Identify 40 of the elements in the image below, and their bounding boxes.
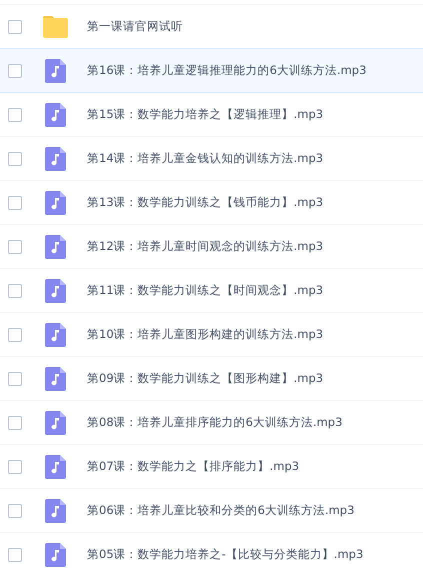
- checkbox[interactable]: [8, 240, 22, 254]
- checkbox[interactable]: [8, 328, 22, 342]
- checkbox[interactable]: [8, 108, 22, 122]
- music-file-icon: [45, 146, 66, 170]
- music-file-icon: [45, 190, 66, 214]
- file-name[interactable]: 第05课：数学能力培养之-【比较与分类能力】.mp3: [87, 547, 364, 562]
- music-file-icon: [45, 366, 66, 390]
- checkbox[interactable]: [8, 284, 22, 298]
- checkbox[interactable]: [8, 372, 22, 386]
- file-name[interactable]: 第14课：培养儿童金钱认知的训练方法.mp3: [87, 151, 324, 166]
- file-name[interactable]: 第15课：数学能力培养之【逻辑推理】.mp3: [87, 107, 324, 122]
- music-file-icon: [45, 542, 66, 566]
- file-name[interactable]: 第06课：培养儿童比较和分类的6大训练方法.mp3: [87, 503, 354, 518]
- music-file-icon: [45, 454, 66, 478]
- file-name[interactable]: 第10课：培养儿童图形构建的训练方法.mp3: [87, 327, 324, 342]
- music-file-icon: [45, 278, 66, 302]
- music-file-icon: [45, 102, 66, 126]
- checkbox[interactable]: [8, 64, 22, 78]
- checkbox[interactable]: [8, 504, 22, 518]
- music-file-icon: [45, 498, 66, 522]
- checkbox[interactable]: [8, 548, 22, 562]
- checkbox[interactable]: [8, 152, 22, 166]
- music-file-icon: [45, 322, 66, 346]
- folder-icon: [42, 14, 69, 38]
- checkbox[interactable]: [8, 20, 22, 34]
- file-name[interactable]: 第08课：培养儿童排序能力的6大训练方法.mp3: [87, 415, 342, 430]
- file-name[interactable]: 第12课：培养儿童时间观念的训练方法.mp3: [87, 239, 324, 254]
- music-file-icon: [45, 410, 66, 434]
- file-name[interactable]: 第07课：数学能力之【排序能力】.mp3: [87, 459, 300, 474]
- file-name[interactable]: 第11课：数学能力训练之【时间观念】.mp3: [87, 283, 324, 298]
- music-file-icon: [45, 234, 66, 258]
- checkbox[interactable]: [8, 460, 22, 474]
- file-name[interactable]: 第13课：数学能力训练之【钱币能力】.mp3: [87, 195, 324, 210]
- file-name[interactable]: 第一课请官网试听: [87, 19, 183, 34]
- checkbox[interactable]: [8, 416, 22, 430]
- checkbox[interactable]: [8, 196, 22, 210]
- music-file-icon: [45, 58, 66, 82]
- file-name[interactable]: 第16课：培养儿童逻辑推理能力的6大训练方法.mp3: [87, 63, 366, 78]
- file-name[interactable]: 第09课：数学能力训练之【图形构建】.mp3: [87, 371, 324, 386]
- file-row[interactable]: 第16课：培养儿童逻辑推理能力的6大训练方法.mp3: [0, 49, 423, 93]
